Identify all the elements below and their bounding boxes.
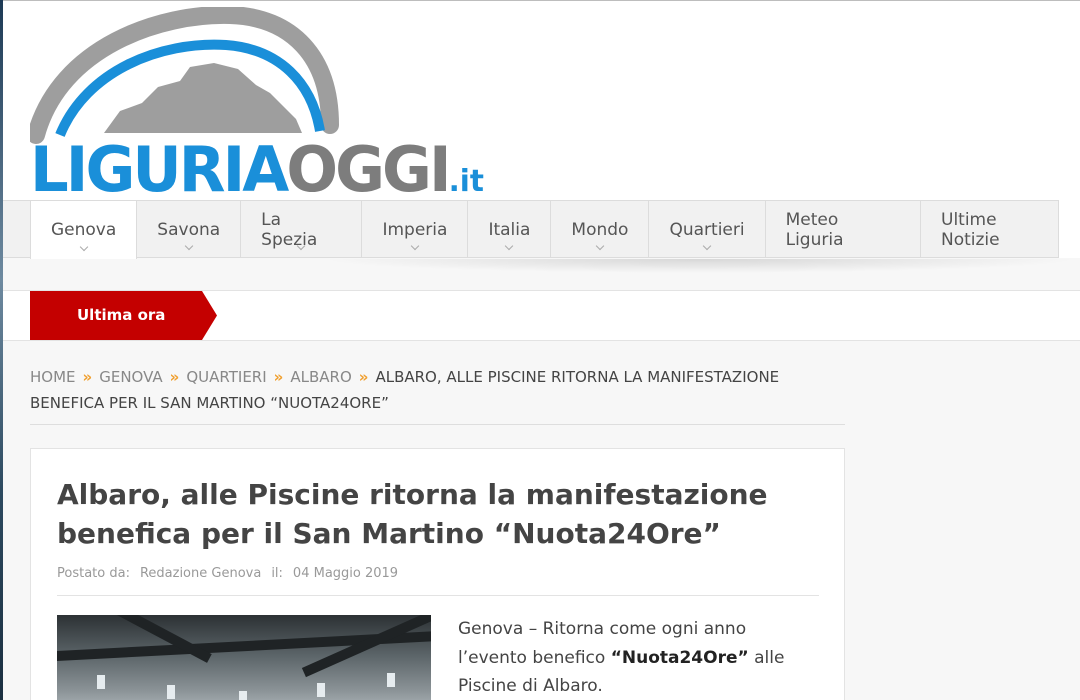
nav-item-label: Mondo [571,219,629,240]
breaking-news-ticker: Ultima ora [3,290,1080,341]
posted-by-label: Postato da: [57,566,130,581]
chevron-down-icon [410,241,420,251]
chevron-down-icon [702,241,712,251]
ceiling-light [239,691,247,700]
article-image[interactable] [57,615,431,700]
logo-oggi: OGGI [286,133,451,206]
nav-item-imperia[interactable]: Imperia [362,201,469,258]
nav-item-label: Savona [157,219,221,240]
ticker-label[interactable]: Ultima ora [30,291,217,340]
intro-event-name: “Nuota24Ore” [610,647,749,668]
ceiling-light [317,683,325,697]
site-logo[interactable]: LIGURIAOGGI.it [30,7,540,205]
chevron-right-icon: » [358,368,369,386]
chevron-down-icon [79,242,88,252]
ceiling-light [387,673,395,687]
article-meta: Postato da: Redazione Genova il: 04 Maggio … [57,566,819,596]
logo-tld: .it [448,164,484,199]
nav-item-label: Genova [51,220,117,240]
nav-item-label: Imperia [382,219,448,240]
breadcrumb: HOME» GENOVA» QUARTIERI» ALBARO» ALBARO, ALL… [30,364,845,425]
chevron-down-icon [505,241,514,251]
nav-item-label: Ultime Notizie [941,209,1000,250]
chevron-right-icon: » [273,368,284,386]
article-author[interactable]: Redazione Genova [140,566,261,581]
nav-end-cap [1058,200,1080,258]
date-label: il: [271,566,283,581]
ceiling-light [97,675,105,689]
chevron-right-icon: » [82,368,93,386]
nav-item-italia[interactable]: Italia [468,201,552,258]
nav-item-la-spezia[interactable]: La Spezia [241,201,363,258]
article-date: 04 Maggio 2019 [292,566,399,581]
nav-item-genova[interactable]: Genova [30,201,138,259]
breadcrumb-genova[interactable]: GENOVA [99,368,162,386]
nav-item-quartieri[interactable]: Quartieri [649,201,766,258]
main-nav: Genova Savona La Spezia Imperia Italia M… [3,200,1080,259]
nav-shadow [320,259,1080,273]
nav-item-mondo[interactable]: Mondo [551,201,650,258]
nav-item-savona[interactable]: Savona [137,201,242,258]
article-title: Albaro, alle Piscine ritorna la manifest… [57,478,768,550]
chevron-down-icon [184,241,193,251]
site-header: LIGURIAOGGI.it [3,0,1080,205]
nav-item-label: Quartieri [669,219,745,240]
nav-item-label: Italia [488,219,531,240]
chevron-down-icon [595,241,605,251]
breadcrumb-albaro[interactable]: ALBARO [290,368,351,386]
chevron-right-icon: » [169,368,180,386]
breadcrumb-home[interactable]: HOME [30,368,76,386]
nav-item-meteo-liguria[interactable]: Meteo Liguria [766,201,921,258]
ceiling-light [167,685,175,699]
logo-arc-icon [30,7,339,144]
logo-liguria: LIGURIA [30,133,289,206]
article-intro: Genova – Ritorna come ogni anno l’evento… [458,615,818,700]
article-card: Albaro, alle Piscine ritorna la manifest… [30,448,845,700]
nav-item-label: Meteo Liguria [785,209,844,250]
logo-wordmark: LIGURIAOGGI.it [30,135,484,205]
breadcrumb-quartieri[interactable]: QUARTIERI [186,368,266,386]
nav-item-ultime-notizie[interactable]: Ultime Notizie [921,201,1080,258]
